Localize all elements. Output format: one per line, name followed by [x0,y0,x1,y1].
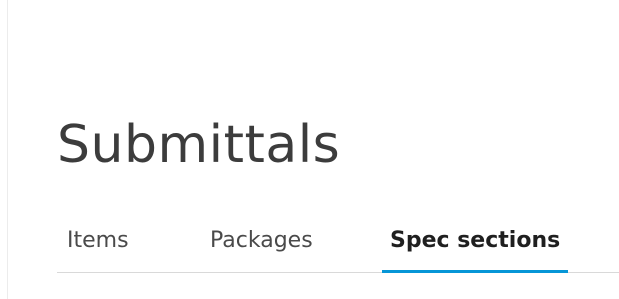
tab-bar: Items Packages Spec sections [57,220,619,273]
tab-packages-label: Packages [210,228,313,253]
tab-spec-sections-label: Spec sections [390,228,561,253]
tab-items[interactable]: Items [67,220,129,272]
left-panel-divider [7,0,8,299]
page-title: Submittals [57,114,341,175]
tab-packages[interactable]: Packages [210,220,313,272]
tab-spec-sections[interactable]: Spec sections [382,220,569,273]
active-tab-indicator [382,270,569,273]
tab-items-label: Items [67,228,129,253]
